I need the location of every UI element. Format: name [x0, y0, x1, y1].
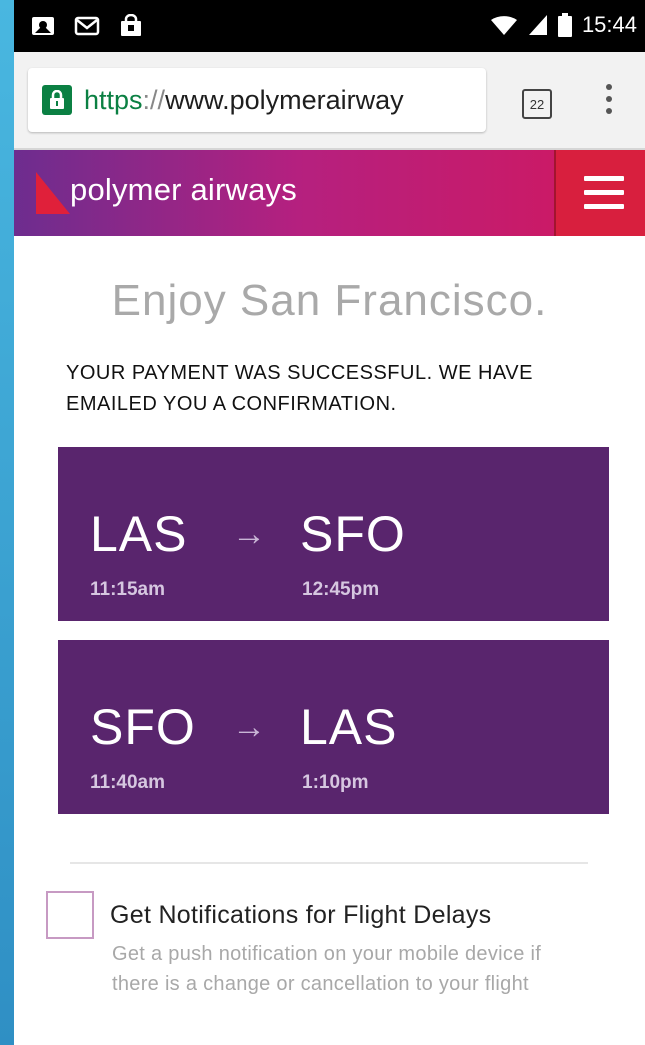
shopping-bag-icon	[121, 14, 141, 36]
status-left-icons	[30, 14, 144, 38]
notifications-checkbox[interactable]	[46, 891, 94, 939]
origin-code: SFO	[90, 699, 196, 755]
wifi-icon	[490, 16, 517, 35]
status-right: 15:44	[490, 12, 637, 38]
mail-icon	[74, 16, 100, 36]
tab-switcher-button[interactable]: 22	[522, 89, 552, 119]
arrival-time: 1:10pm	[302, 772, 369, 793]
destination-code: LAS	[300, 699, 398, 755]
confirmation-message: YOUR PAYMENT WAS SUCCESSFUL. WE HAVE EMA…	[66, 362, 533, 415]
url-host: www.polymerairway	[165, 84, 404, 115]
notifications-description: Get a push notification on your mobile d…	[112, 943, 542, 995]
phone-screen: 15:44 https://www.polymerairway 22 polym…	[14, 0, 645, 1045]
address-bar[interactable]: https://www.polymerairway	[28, 68, 486, 132]
notification-icon	[32, 17, 54, 35]
main-content: Enjoy San Francisco. YOUR PAYMENT WAS SU…	[14, 236, 645, 1045]
url-text[interactable]: https://www.polymerairway	[84, 85, 404, 116]
status-bar: 15:44	[14, 0, 645, 52]
device-bezel	[0, 0, 14, 1045]
arrival-time: 12:45pm	[302, 579, 380, 600]
menu-button[interactable]	[554, 150, 645, 236]
browser-toolbar: https://www.polymerairway 22	[14, 52, 645, 150]
divider	[70, 862, 588, 864]
url-scheme: https	[84, 84, 143, 115]
url-separator: ://	[142, 84, 166, 115]
lock-icon[interactable]	[42, 85, 72, 115]
more-vert-icon[interactable]	[606, 84, 612, 120]
signal-icon	[528, 15, 547, 35]
hamburger-icon[interactable]	[584, 176, 624, 218]
page-title: Enjoy San Francisco.	[111, 276, 548, 325]
brand-name[interactable]: polymer airways	[70, 172, 297, 208]
arrow-right-icon: →	[232, 708, 266, 746]
status-time: 15:44	[581, 12, 637, 37]
departure-time: 11:40am	[90, 772, 166, 793]
origin-code: LAS	[90, 506, 188, 562]
departure-time: 11:15am	[90, 579, 166, 600]
flight-card[interactable]: SFO → LAS 11:40am 1:10pm	[58, 640, 609, 814]
flight-card[interactable]: LAS → SFO 11:15am 12:45pm	[58, 447, 609, 621]
site-header: polymer airways	[14, 150, 645, 236]
arrow-right-icon: →	[232, 515, 266, 553]
destination-code: SFO	[300, 506, 406, 562]
notifications-title[interactable]: Get Notifications for Flight Delays	[110, 901, 491, 930]
battery-icon	[557, 13, 572, 37]
